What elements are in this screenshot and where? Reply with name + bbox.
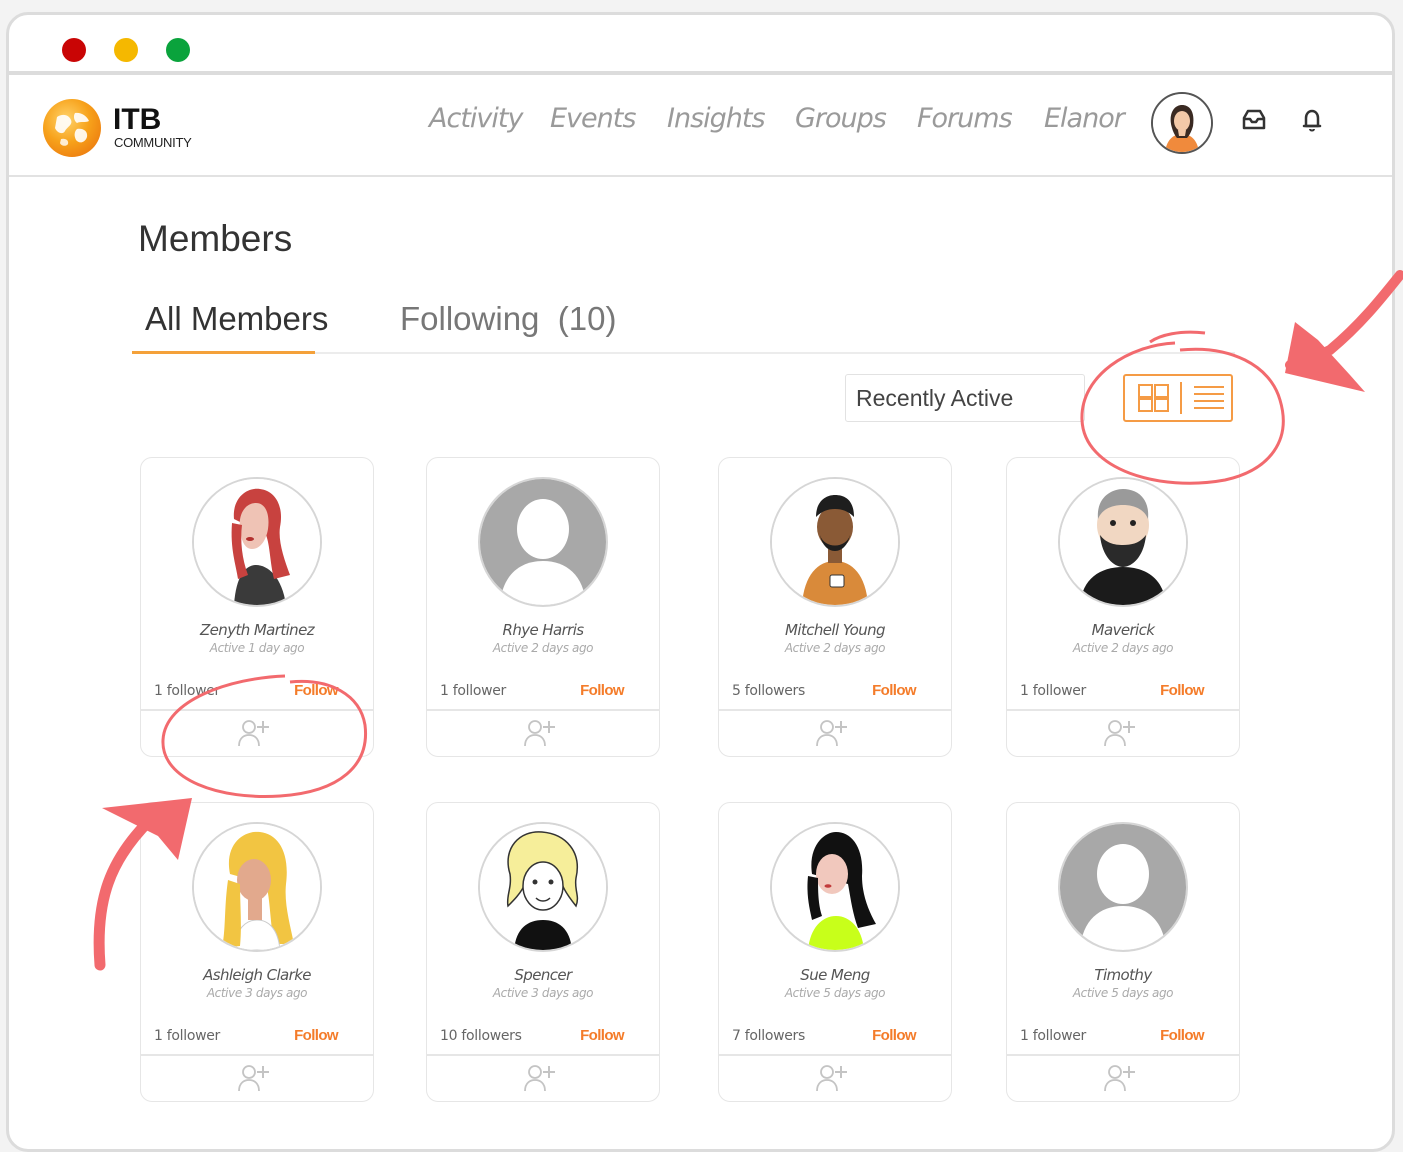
member-avatar[interactable] [192, 822, 322, 952]
card-divider [427, 709, 659, 711]
card-divider [141, 1054, 373, 1056]
member-avatar[interactable] [478, 477, 608, 607]
view-toggle-separator [1179, 382, 1183, 414]
member-card[interactable]: Zenyth Martinez Active 1 day ago 1 followe… [140, 457, 374, 757]
member-last-active: Active 2 days ago [784, 641, 886, 655]
nav-forums[interactable]: Forums [917, 103, 1013, 134]
follow-button[interactable]: Follow [580, 682, 624, 699]
member-card[interactable]: Mitchell Young Active 2 days ago 5 followe… [718, 457, 952, 757]
member-name[interactable]: Sue Meng [719, 966, 951, 984]
member-last-active: Active 3 days ago [206, 986, 308, 1000]
member-follower-count: 1 follower [1020, 1028, 1087, 1044]
add-friend-icon[interactable] [236, 717, 272, 749]
member-avatar[interactable] [1058, 822, 1188, 952]
follow-button[interactable]: Follow [294, 682, 338, 699]
tab-following-label: Following [400, 300, 540, 337]
card-divider [141, 709, 373, 711]
member-name[interactable]: Zenyth Martinez [141, 621, 373, 639]
follow-button[interactable]: Follow [580, 1027, 624, 1044]
add-friend-icon[interactable] [814, 1062, 850, 1094]
member-card[interactable]: Timothy Active 5 days ago 1 follower Follow [1006, 802, 1240, 1102]
member-card[interactable]: Maverick Active 2 days ago 1 follower Follo… [1006, 457, 1240, 757]
member-avatar[interactable] [770, 822, 900, 952]
globe-logo-icon[interactable] [43, 99, 101, 157]
active-tab-indicator [132, 351, 315, 354]
minimize-window-dot[interactable] [114, 38, 138, 62]
member-card[interactable]: Spencer Active 3 days ago 10 followers Foll… [426, 802, 660, 1102]
member-last-active: Active 3 days ago [492, 986, 594, 1000]
follow-button[interactable]: Follow [872, 682, 916, 699]
nav-events[interactable]: Events [550, 103, 636, 134]
tab-all-members[interactable]: All Members [145, 300, 328, 338]
brand-title: ITB [113, 103, 162, 136]
nav-activity[interactable]: Activity [429, 103, 523, 134]
tab-following-count: (10) [557, 300, 617, 337]
add-friend-icon[interactable] [522, 1062, 558, 1094]
member-avatar[interactable] [1058, 477, 1188, 607]
nav-groups[interactable]: Groups [795, 103, 887, 134]
follow-button[interactable]: Follow [872, 1027, 916, 1044]
bell-icon[interactable] [1297, 105, 1327, 135]
member-card[interactable]: Sue Meng Active 5 days ago 7 followers Foll… [718, 802, 952, 1102]
member-follower-count: 10 followers [440, 1028, 522, 1044]
member-name[interactable]: Mitchell Young [719, 621, 951, 639]
member-card[interactable]: Ashleigh Clarke Active 3 days ago 1 follow… [140, 802, 374, 1102]
member-follower-count: 1 follower [154, 683, 221, 699]
member-card[interactable]: Rhye Harris Active 2 days ago 1 follower Fo… [426, 457, 660, 757]
member-name[interactable]: Maverick [1007, 621, 1239, 639]
follow-button[interactable]: Follow [1160, 1027, 1204, 1044]
member-follower-count: 5 followers [732, 683, 806, 699]
member-avatar[interactable] [478, 822, 608, 952]
maximize-window-dot[interactable] [166, 38, 190, 62]
member-last-active: Active 2 days ago [1072, 641, 1174, 655]
member-name[interactable]: Spencer [427, 966, 659, 984]
top-navbar: ITB COMMUNITY Activity Events Insights G… [9, 75, 1392, 177]
member-last-active: Active 5 days ago [784, 986, 886, 1000]
add-friend-icon[interactable] [236, 1062, 272, 1094]
close-window-dot[interactable] [62, 38, 86, 62]
member-name[interactable]: Ashleigh Clarke [141, 966, 373, 984]
nav-profile-elanor[interactable]: Elanor [1044, 103, 1125, 134]
card-divider [719, 709, 951, 711]
member-avatar[interactable] [770, 477, 900, 607]
list-view-icon[interactable] [1191, 382, 1227, 414]
member-name[interactable]: Rhye Harris [427, 621, 659, 639]
nav-insights[interactable]: Insights [667, 103, 766, 134]
page-title: Members [138, 218, 293, 259]
add-friend-icon[interactable] [522, 717, 558, 749]
brand-subtitle: COMMUNITY [114, 135, 192, 150]
add-friend-icon[interactable] [1102, 1062, 1138, 1094]
member-follower-count: 1 follower [154, 1028, 221, 1044]
member-last-active: Active 5 days ago [1072, 986, 1174, 1000]
follow-button[interactable]: Follow [294, 1027, 338, 1044]
user-avatar[interactable] [1151, 92, 1213, 154]
view-toggle [1123, 374, 1233, 422]
member-follower-count: 7 followers [732, 1028, 806, 1044]
sort-dropdown[interactable]: Recently Active [845, 374, 1085, 422]
member-last-active: Active 2 days ago [492, 641, 594, 655]
inbox-icon[interactable] [1239, 105, 1269, 135]
card-divider [427, 1054, 659, 1056]
member-avatar[interactable] [192, 477, 322, 607]
add-friend-icon[interactable] [1102, 717, 1138, 749]
member-follower-count: 1 follower [440, 683, 507, 699]
card-divider [1007, 1054, 1239, 1056]
member-follower-count: 1 follower [1020, 683, 1087, 699]
tab-following[interactable]: Following (10) [400, 300, 616, 338]
card-divider [1007, 709, 1239, 711]
member-name[interactable]: Timothy [1007, 966, 1239, 984]
add-friend-icon[interactable] [814, 717, 850, 749]
member-last-active: Active 1 day ago [209, 641, 305, 655]
grid-view-icon[interactable] [1137, 382, 1171, 414]
card-divider [719, 1054, 951, 1056]
follow-button[interactable]: Follow [1160, 682, 1204, 699]
